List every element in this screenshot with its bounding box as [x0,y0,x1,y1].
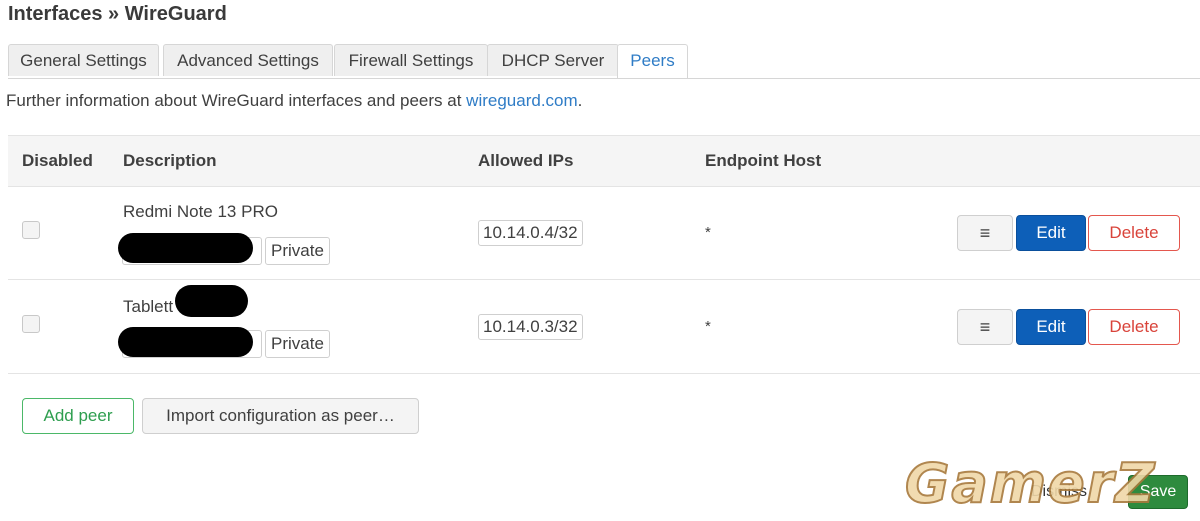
peer-description: Tablett [123,297,174,316]
endpoint-host-value: * [705,224,711,241]
header-endpoint-host: Endpoint Host [705,151,822,170]
allowed-ip-value: 10.14.0.4/32 [478,220,583,246]
import-config-button[interactable]: Import configuration as peer… [142,398,419,434]
tab-dhcp-server[interactable]: DHCP Server [487,44,619,76]
info-text: Further information about WireGuard inte… [6,91,582,111]
menu-icon[interactable]: ≡ [957,309,1013,345]
menu-icon[interactable]: ≡ [957,215,1013,251]
header-disabled: Disabled [22,151,93,170]
watermark-logo: GamerZ [904,451,1157,516]
endpoint-host-value: * [705,318,711,335]
tab-bar: General Settings Advanced Settings Firew… [8,44,1200,79]
redaction-mark [118,327,253,357]
allowed-ip-value: 10.14.0.3/32 [478,314,583,340]
redaction-mark [118,233,253,263]
header-allowed-ips: Allowed IPs [478,151,574,170]
info-text-suffix: . [577,91,583,110]
tab-general-settings[interactable]: General Settings [8,44,159,76]
tab-advanced-settings[interactable]: Advanced Settings [163,44,333,76]
header-description: Description [123,151,217,170]
add-peer-button[interactable]: Add peer [22,398,134,434]
disabled-checkbox[interactable] [22,315,40,333]
delete-button[interactable]: Delete [1088,215,1180,251]
table-row: Redmi Note 13 PRO Private 10.14.0.4/32 *… [8,186,1200,280]
wireguard-link[interactable]: wireguard.com [466,91,578,110]
edit-button[interactable]: Edit [1016,215,1086,251]
table-row: Tablett Private 10.14.0.3/32 * ≡ Edit De… [8,280,1200,374]
redaction-mark [175,285,248,317]
private-key-badge[interactable]: Private [265,330,330,358]
edit-button[interactable]: Edit [1016,309,1086,345]
private-key-badge[interactable]: Private [265,237,330,265]
disabled-checkbox[interactable] [22,221,40,239]
tab-peers[interactable]: Peers [617,44,688,78]
info-text-prefix: Further information about WireGuard inte… [6,91,467,110]
delete-button[interactable]: Delete [1088,309,1180,345]
tab-firewall-settings[interactable]: Firewall Settings [334,44,488,76]
page-title: Interfaces » WireGuard [8,3,227,25]
peer-description: Redmi Note 13 PRO [123,202,278,221]
table-header: Disabled Description Allowed IPs Endpoin… [8,135,1200,187]
